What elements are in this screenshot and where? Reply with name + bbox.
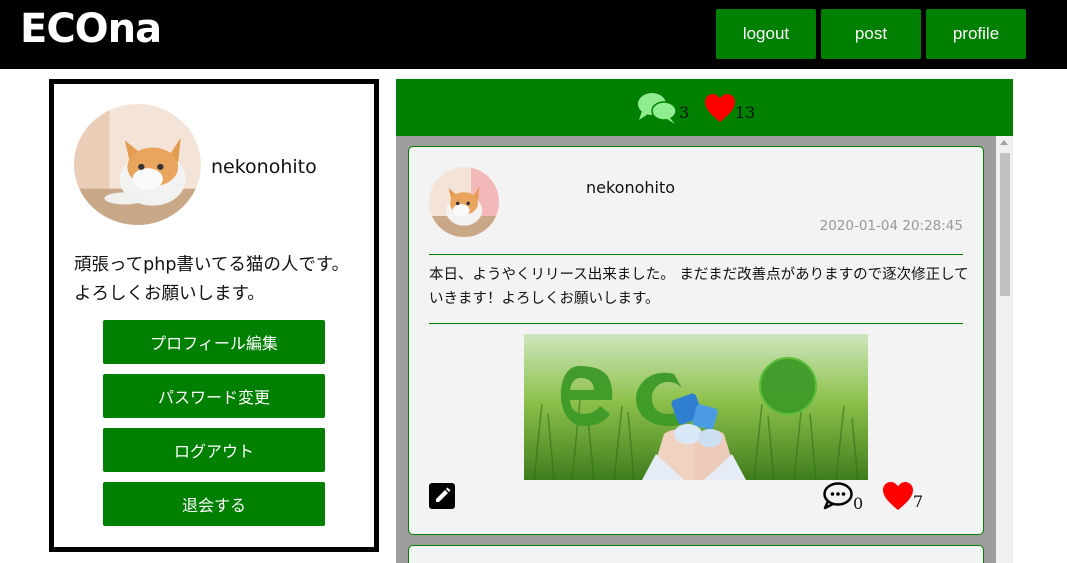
profile-avatar: [74, 104, 201, 225]
comments-icon: [636, 91, 678, 125]
header-comment-count: 3: [679, 103, 690, 122]
post-timestamp: 2020-01-04 20:28:45: [819, 218, 963, 234]
app-logo[interactable]: ECOna: [20, 6, 162, 52]
divider: [429, 323, 963, 324]
scrollbar-thumb[interactable]: [1000, 153, 1010, 296]
heart-icon[interactable]: [882, 481, 914, 511]
post-comment-count: 0: [853, 494, 864, 513]
profile-card: nekonohito 頑張ってphp書いてる猫の人です。 よろしくお願いします。…: [49, 79, 379, 552]
post-avatar[interactable]: [429, 167, 499, 237]
post-card: nekonohito 2020-01-04 20:28:45 本日、ようやくリリ…: [408, 146, 984, 535]
scroll-up-arrow-icon[interactable]: [1000, 140, 1008, 145]
profile-bio: 頑張ってphp書いてる猫の人です。 よろしくお願いします。: [74, 255, 350, 304]
post-image: [524, 334, 868, 480]
heart-icon: [704, 93, 736, 123]
post-feed[interactable]: nekonohito 2020-01-04 20:28:45 本日、ようやくリリ…: [396, 136, 1013, 563]
pencil-icon[interactable]: [429, 483, 455, 509]
post-button[interactable]: post: [821, 9, 921, 59]
divider: [429, 254, 963, 255]
edit-profile-button[interactable]: プロフィール編集: [103, 320, 325, 364]
post-username[interactable]: nekonohito: [586, 178, 675, 197]
top-navbar: ECOna logout post profile: [0, 0, 1067, 69]
post-like-count: 7: [913, 492, 924, 511]
post-body: 本日、ようやくリリース出来ました。 まだまだ改善点がありますので逐次修正していき…: [429, 267, 969, 307]
change-password-button[interactable]: パスワード変更: [103, 374, 325, 418]
profile-button[interactable]: profile: [926, 9, 1026, 59]
withdraw-button[interactable]: 退会する: [103, 482, 325, 526]
profile-username: nekonohito: [211, 156, 317, 178]
comment-icon[interactable]: [822, 481, 854, 511]
logout-side-button[interactable]: ログアウト: [103, 428, 325, 472]
header-like-count: 13: [735, 103, 756, 122]
logout-button[interactable]: logout: [716, 9, 816, 59]
stats-header: 3 13: [396, 79, 1013, 136]
post-card: [408, 545, 984, 563]
scrollbar[interactable]: [996, 136, 1013, 563]
